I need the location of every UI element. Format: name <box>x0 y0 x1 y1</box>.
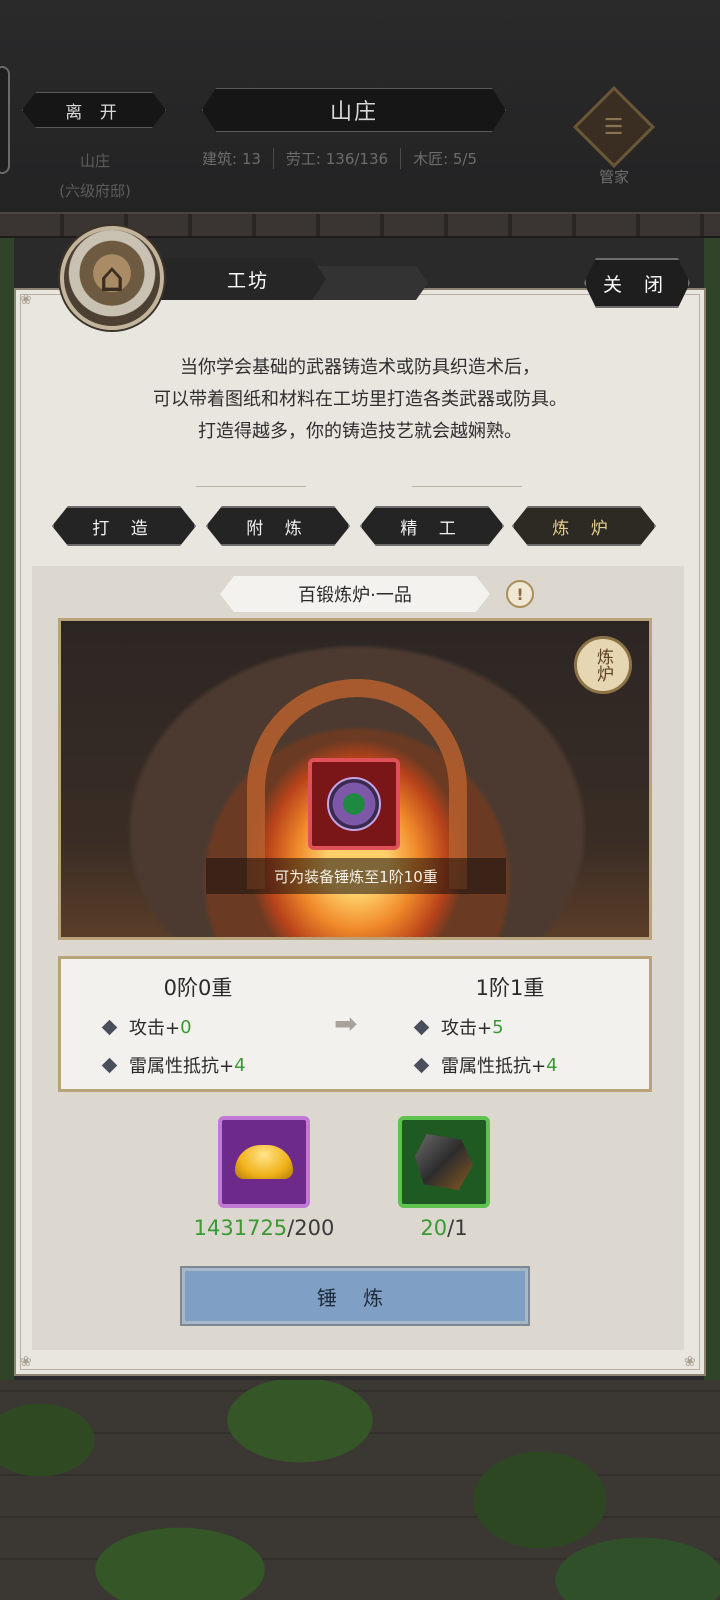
diamond-icon <box>101 1057 118 1073</box>
foliage-right <box>704 238 720 1388</box>
count-have: 20 <box>420 1216 448 1240</box>
stat-laborers: 劳工: 136/136 <box>274 148 402 169</box>
stat-value: 4 <box>234 1054 246 1076</box>
diamond-icon <box>101 1019 118 1035</box>
foliage-left <box>0 238 14 1388</box>
building-icon: ⌂ <box>99 255 125 301</box>
stat-value: 0 <box>180 1016 192 1038</box>
butler-label: 管家 <box>598 168 629 186</box>
temper-button[interactable]: 锤 炼 <box>182 1268 528 1324</box>
butler-button[interactable]: ☰ 管家 <box>572 85 656 202</box>
count-have: 1431725 <box>193 1216 288 1240</box>
stat-name: 攻击+ <box>129 1018 181 1039</box>
corner-ornament: ❀ <box>684 1354 696 1370</box>
furnace-badge[interactable]: 炼炉 <box>574 636 632 694</box>
current-stat-thunder-res: 雷属性抵抗+ 4 <box>101 1052 246 1078</box>
abacus-icon: ☰ <box>572 85 656 169</box>
estate-name: 山庄 <box>79 152 110 170</box>
equipment-icon <box>327 777 381 831</box>
tab-enchant[interactable]: 附 炼 <box>206 506 350 546</box>
workshop-description: 当你学会基础的武器铸造术或防具织造术后， 可以带着图纸和材料在工坊里打造各类武器… <box>40 352 680 448</box>
page-title: 山庄 <box>202 88 506 132</box>
workshop-avatar: ⌂ <box>60 226 164 330</box>
stat-carpenters: 木匠: 5/5 <box>413 150 478 168</box>
corner-ornament: ❀ <box>20 292 32 308</box>
stat-value: 4 <box>546 1054 558 1076</box>
furnace-name: 百锻炼炉·一品 <box>220 576 490 612</box>
divider-right <box>412 486 522 487</box>
next-stat-attack: 攻击+ 5 <box>413 1014 504 1040</box>
estate-stats: 建筑: 13 劳工: 136/136 木匠: 5/5 <box>190 148 520 169</box>
ore-count: 20/1 <box>344 1216 544 1240</box>
count-need: /200 <box>287 1216 335 1240</box>
diamond-icon <box>413 1057 430 1073</box>
current-stat-attack: 攻击+ 0 <box>101 1014 192 1040</box>
diamond-icon <box>413 1019 430 1035</box>
corner-ornament: ❀ <box>20 1354 32 1370</box>
stat-buildings: 建筑: 13 <box>190 148 274 169</box>
tab-forge[interactable]: 打 造 <box>52 506 196 546</box>
estate-rank: (六级府邸) <box>59 182 131 200</box>
edge-handle[interactable] <box>0 66 10 174</box>
tab-furnace[interactable]: 炼 炉 <box>512 506 656 546</box>
count-need: /1 <box>447 1216 468 1240</box>
material-slot-gold[interactable] <box>218 1116 310 1208</box>
description-line: 可以带着图纸和材料在工坊里打造各类武器或防具。 <box>153 389 567 410</box>
close-button[interactable]: 关 闭 <box>584 258 690 308</box>
description-line: 当你学会基础的武器铸造术或防具织造术后， <box>180 357 540 378</box>
gold-count: 1431725/200 <box>164 1216 364 1240</box>
divider-left <box>196 486 306 487</box>
stat-value: 5 <box>492 1016 504 1038</box>
stat-name: 攻击+ <box>441 1018 493 1039</box>
info-icon[interactable]: ! <box>506 580 534 608</box>
stat-name: 雷属性抵抗+ <box>441 1056 547 1077</box>
ore-icon <box>415 1134 473 1190</box>
tab-workshop[interactable]: 工坊 <box>150 258 326 300</box>
leave-button[interactable]: 离 开 <box>22 92 166 128</box>
current-level: 0阶0重 <box>163 976 233 1000</box>
furnace-caption: 可为装备锤炼至1阶10重 <box>206 858 506 894</box>
gold-ingot-icon <box>235 1145 293 1179</box>
description-line: 打造得越多，你的铸造技艺就会越娴熟。 <box>198 421 522 442</box>
next-level: 1阶1重 <box>475 976 545 1000</box>
tab-refine[interactable]: 精 工 <box>360 506 504 546</box>
material-slot-ore[interactable] <box>398 1116 490 1208</box>
next-stat-thunder-res: 雷属性抵抗+ 4 <box>413 1052 558 1078</box>
arrow-right-icon: ➡ <box>334 1007 358 1040</box>
stat-name: 雷属性抵抗+ <box>129 1056 235 1077</box>
equipment-slot[interactable] <box>308 758 400 850</box>
courtyard-background <box>0 1380 720 1600</box>
